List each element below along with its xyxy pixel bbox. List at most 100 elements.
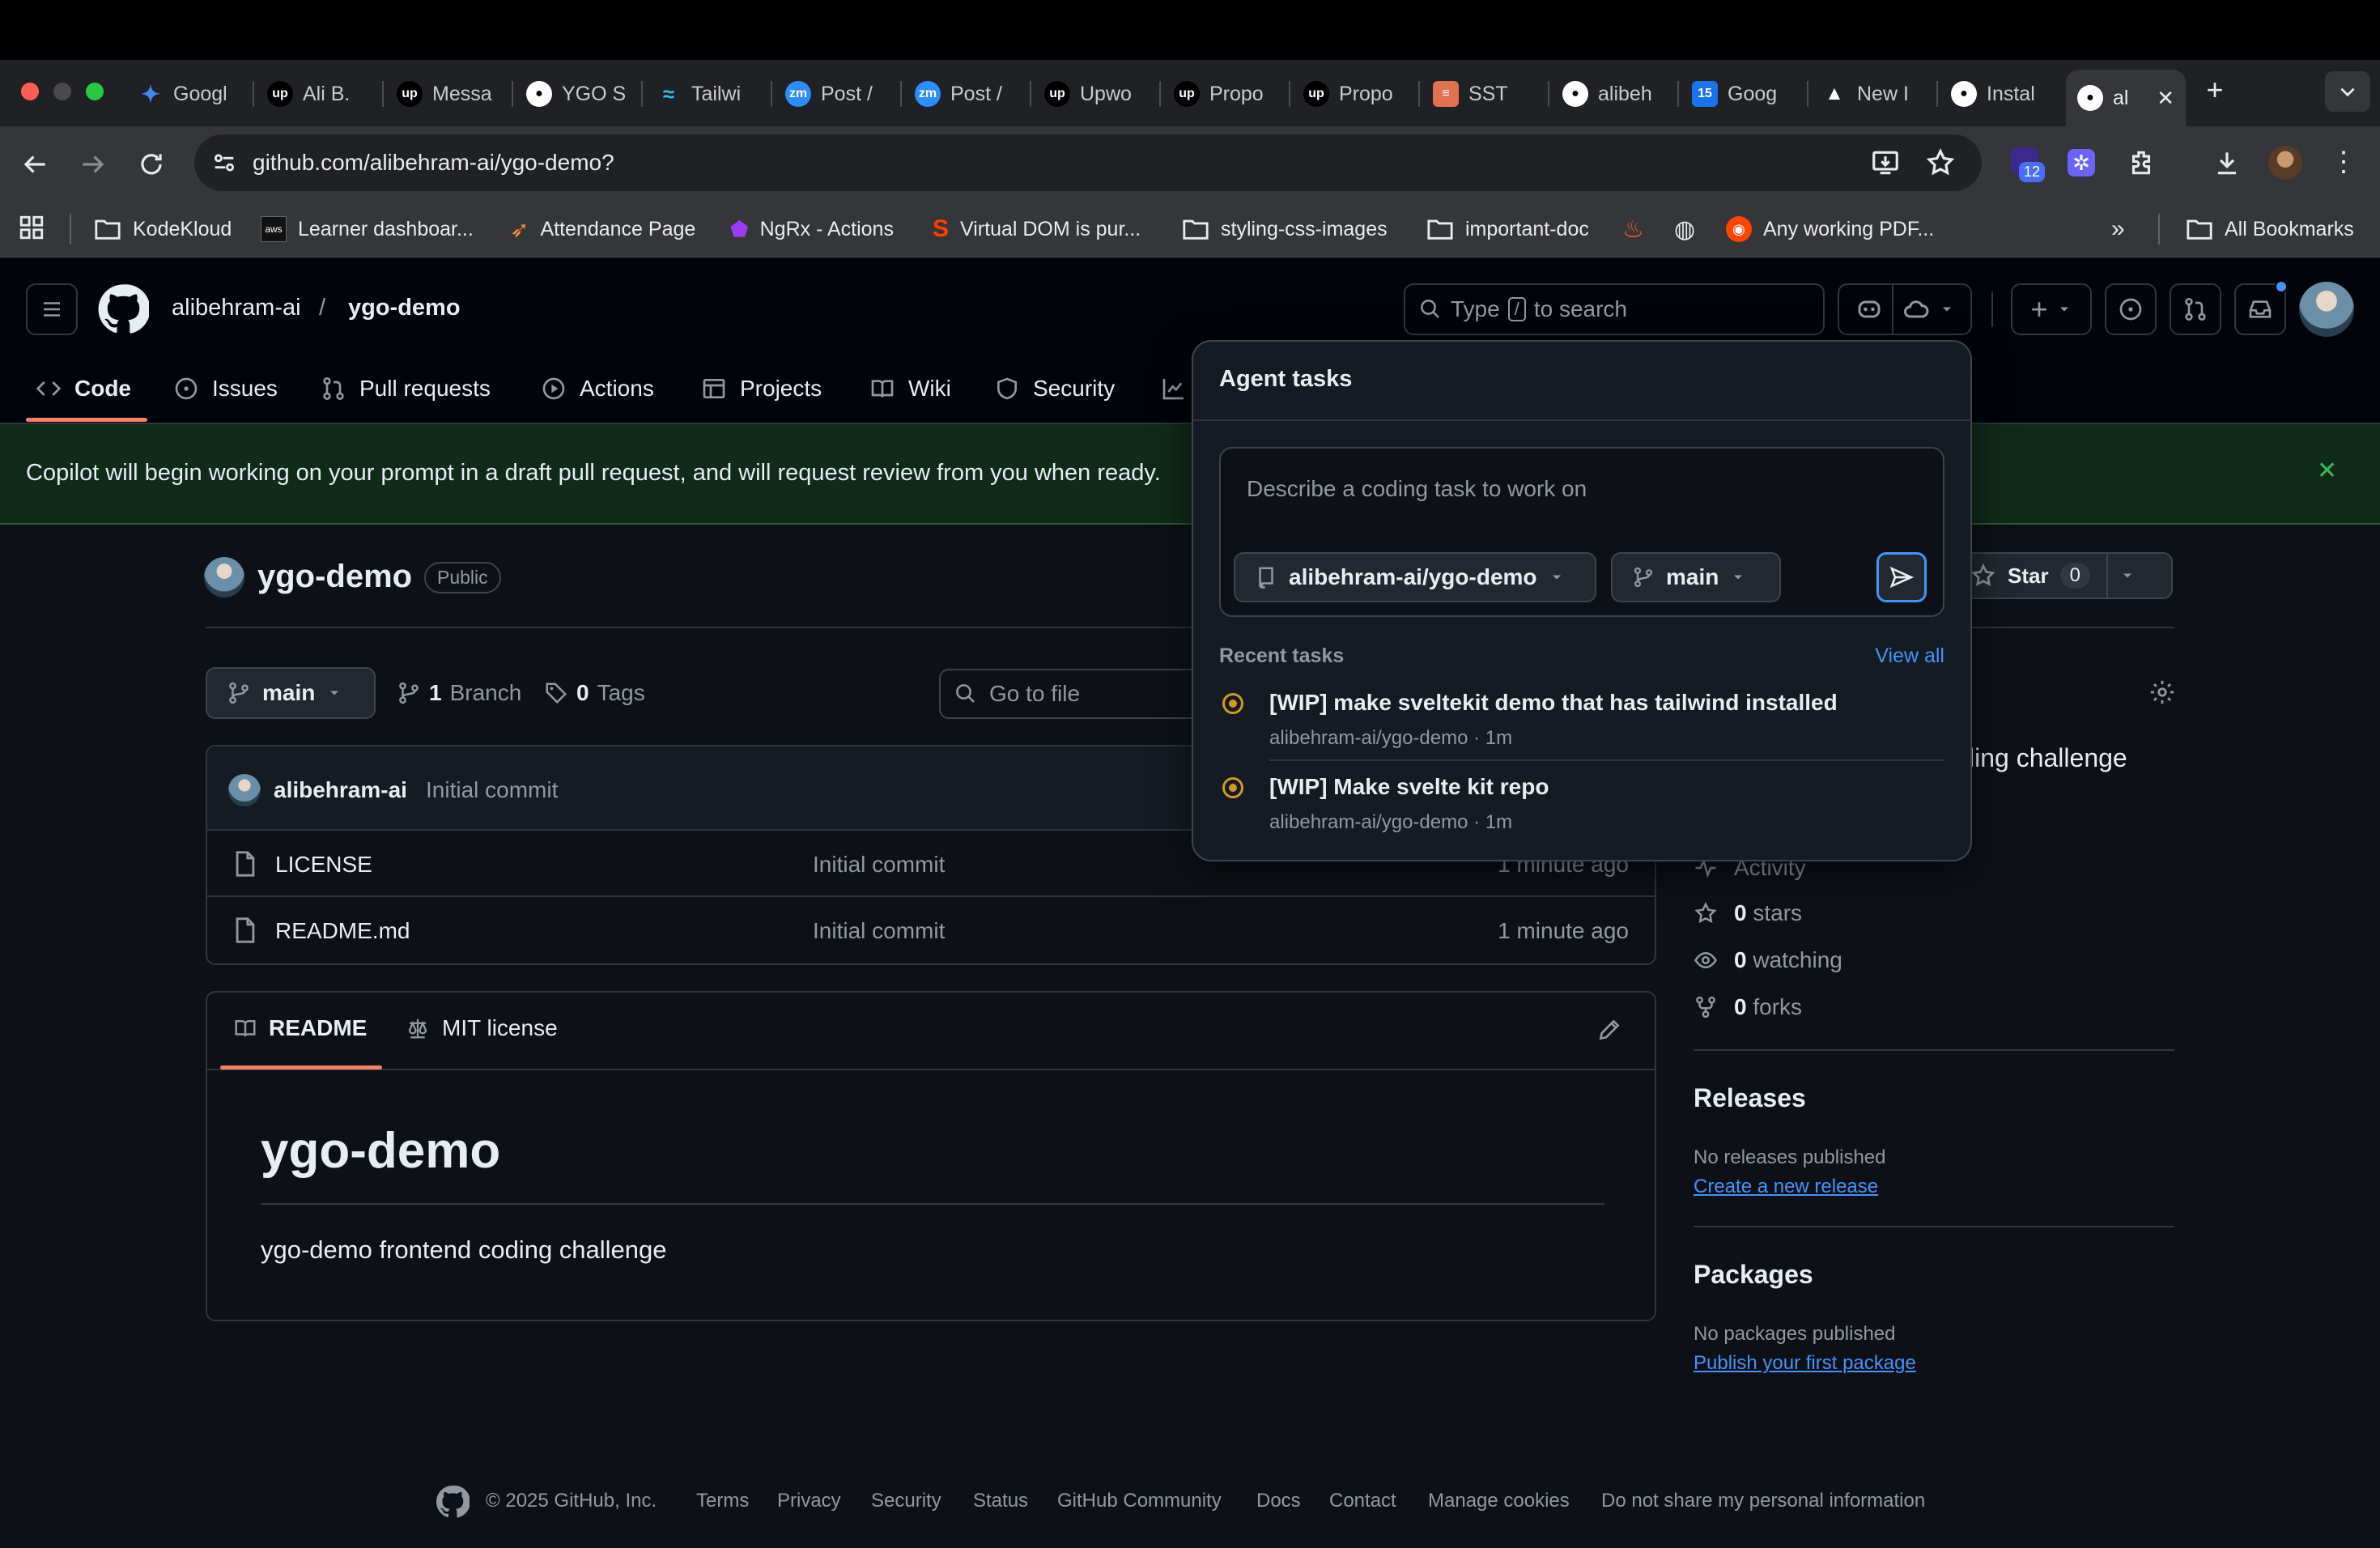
global-search-input[interactable]: Type / to search [1404,283,1825,335]
browser-tab-active[interactable]: ● al ✕ [2066,70,2186,126]
browser-tab[interactable]: ≡ SST [1422,70,1549,118]
forks-link[interactable]: 0 forks [1694,991,1802,1023]
minimize-window-button[interactable] [53,83,71,100]
install-app-icon[interactable] [1870,147,1901,178]
new-tab-button[interactable]: + [2199,73,2231,113]
download-icon[interactable] [2212,147,2242,178]
branch-select-button[interactable]: main [206,667,376,719]
packages-heading[interactable]: Packages [1694,1260,1813,1290]
browser-tab[interactable]: up Propo [1162,70,1290,118]
file-commit-message[interactable]: Initial commit [813,852,945,878]
table-row[interactable]: README.md Initial commit 1 minute ago [207,897,1655,963]
create-release-link[interactable]: Create a new release [1694,1176,1878,1198]
pencil-icon[interactable] [1596,1017,1622,1043]
file-name[interactable]: LICENSE [275,852,372,878]
inbox-button[interactable] [2234,280,2288,335]
browser-tab[interactable]: ▲ New I [1810,70,1938,118]
view-all-link[interactable]: View all [1875,644,1944,668]
footer-link-contact[interactable]: Contact [1329,1490,1396,1512]
browser-tab[interactable]: up Messa [385,70,513,118]
footer-link-do-not-share[interactable]: Do not share my personal information [1601,1490,1925,1512]
file-commit-message[interactable]: Initial commit [813,918,945,944]
gear-icon[interactable] [2148,678,2176,706]
tab-pull-requests[interactable]: Pull requests [321,356,491,421]
kebab-menu-icon[interactable]: ⋮ [2330,144,2357,180]
site-settings-icon[interactable] [210,149,238,176]
browser-tab[interactable]: ● alibeh [1551,70,1679,118]
browser-tab[interactable]: up Upwo [1033,70,1161,118]
pull-requests-button[interactable] [2170,283,2221,335]
browser-tab[interactable]: up Propo [1292,70,1420,118]
close-window-button[interactable] [21,83,39,100]
profile-avatar[interactable] [2268,146,2302,180]
browser-tab[interactable]: zm Post / [774,70,902,118]
browser-tab[interactable]: 15 Goog [1681,70,1808,118]
apps-grid-icon[interactable] [18,214,45,241]
bookmark-item[interactable]: ◍ [1674,209,1695,249]
commit-author[interactable]: alibehram-ai [274,777,407,803]
zoom-window-button[interactable] [86,83,104,100]
puzzle-icon[interactable] [2126,147,2157,178]
repository-select[interactable]: alibehram-ai/ygo-demo [1234,552,1596,602]
issues-button[interactable] [2105,283,2157,335]
close-banner-icon[interactable]: ✕ [2317,457,2337,485]
forward-arrow-icon[interactable] [78,149,108,180]
bookmark-star-icon[interactable] [1925,147,1956,178]
repo-link[interactable]: ygo-demo [348,295,461,321]
footer-link-privacy[interactable]: Privacy [777,1490,841,1512]
file-name[interactable]: README.md [275,918,410,944]
browser-tab[interactable]: zm Post / [903,70,1031,118]
branches-link[interactable]: 1 Branch [397,675,521,711]
bookmark-item[interactable]: styling-css-images [1182,209,1388,249]
extension-icon[interactable]: 12 [2011,147,2046,182]
publish-package-link[interactable]: Publish your first package [1694,1352,1916,1375]
reload-icon[interactable] [136,149,167,180]
user-avatar[interactable] [2299,282,2354,337]
copilot-button-group[interactable] [1838,283,1972,335]
tab-readme[interactable]: README [233,1015,367,1041]
watching-link[interactable]: 0 watching [1694,944,1842,976]
browser-tab[interactable]: ● Instal [1940,70,2068,118]
tab-code[interactable]: Code [36,356,131,421]
submit-task-button[interactable] [1876,552,1927,602]
tab-security[interactable]: Security [994,356,1115,421]
bookmark-item[interactable]: KodeKloud [94,209,232,249]
tab-insights[interactable] [1161,356,1187,421]
go-to-file-input[interactable]: Go to file [939,669,1198,719]
address-bar[interactable]: github.com/alibehram-ai/ygo-demo? [194,134,1982,191]
tab-issues[interactable]: Issues [173,356,278,421]
bookmark-item[interactable]: ⬟ NgRx - Actions [730,209,894,249]
browser-tab[interactable]: ≈ Tailwi [644,70,772,118]
commit-message[interactable]: Initial commit [426,777,558,803]
stars-link[interactable]: 0 stars [1694,897,1802,929]
tab-wiki[interactable]: Wiki [869,356,951,421]
caret-down-icon[interactable] [2119,568,2136,584]
tags-link[interactable]: 0 Tags [544,675,645,711]
footer-link-status[interactable]: Status [973,1490,1028,1512]
owner-link[interactable]: alibehram-ai [172,295,301,321]
back-arrow-icon[interactable] [19,149,50,180]
footer-link-community[interactable]: GitHub Community [1057,1490,1222,1512]
footer-link-terms[interactable]: Terms [696,1490,749,1512]
tab-actions[interactable]: Actions [541,356,654,421]
bookmarks-overflow-button[interactable]: » [2111,209,2125,249]
bookmark-item[interactable]: S Virtual DOM is pur... [933,209,1141,249]
task-item[interactable]: [WIP] make sveltekit demo that has tailw… [1206,677,1957,758]
create-new-button[interactable]: + [2011,283,2092,335]
footer-link-security[interactable]: Security [871,1490,941,1512]
footer-link-docs[interactable]: Docs [1256,1490,1301,1512]
tab-projects[interactable]: Projects [701,356,822,421]
tab-search-button[interactable] [2325,71,2370,112]
all-bookmarks-button[interactable]: All Bookmarks [2186,209,2354,249]
repo-title[interactable]: ygo-demo [257,559,412,595]
browser-tab[interactable]: ● YGO S [515,70,643,118]
browser-tab[interactable]: up Ali B. [256,70,384,118]
extension-icon[interactable]: ✲ [2068,149,2095,176]
github-logo-icon[interactable] [97,283,149,335]
task-prompt-input[interactable]: Describe a coding task to work on [1247,476,1587,502]
agent-branch-select[interactable]: main [1611,552,1781,602]
close-tab-icon[interactable]: ✕ [2157,86,2174,111]
bookmark-item[interactable]: ➶ Attendance Page [510,209,695,249]
github-logo-icon[interactable] [436,1485,470,1519]
bookmark-item[interactable]: aws Learner dashboar... [261,209,474,249]
